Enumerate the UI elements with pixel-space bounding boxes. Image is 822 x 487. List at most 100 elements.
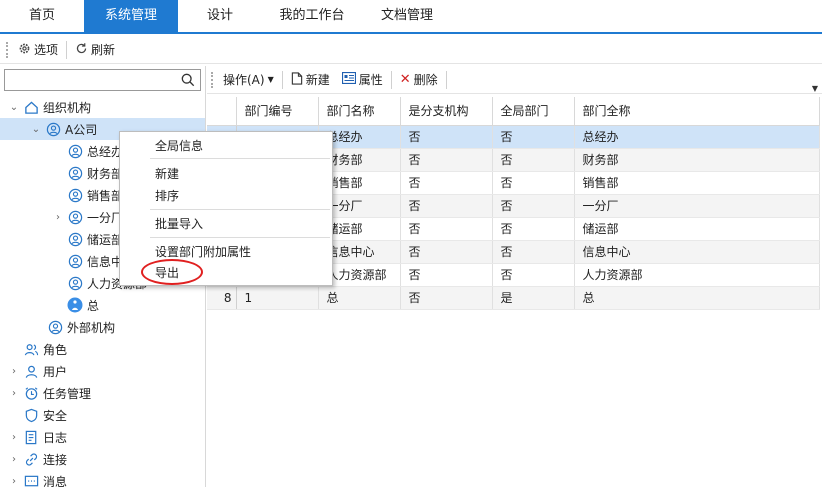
menu-tab-2[interactable]: 设计 [178,0,262,32]
tree-node-label: 一分厂 [87,210,124,225]
user-icon [22,362,40,380]
table-cell: 否 [492,125,575,149]
context-menu: 全局信息 新建 排序 批量导入 设置部门附加属性 导出 [119,131,333,286]
users-icon [22,340,40,358]
operate-label: 操作(A) [223,73,265,87]
menu-item-new[interactable]: 新建 [155,165,179,182]
tree-node-label: 总经办 [87,144,124,159]
toolbar-grip[interactable] [211,71,213,88]
table-cell: 否 [400,171,493,195]
new-button[interactable]: 新建 [285,69,336,91]
toolbar-separator [390,70,392,89]
tree-node-label: 安全 [43,408,68,423]
tree-node-label: 总 [87,298,100,313]
tree-node-security[interactable]: 安全 [0,404,205,426]
tree-node-label: 用户 [43,364,68,379]
operate-menu-button[interactable]: 操作(A) ▼ [217,69,280,91]
search-input[interactable] [5,70,175,90]
chevron-down-icon[interactable]: ⌄ [30,124,42,135]
toolbar-separator [281,70,283,89]
table-cell: 否 [492,171,575,195]
chevron-right-icon[interactable]: › [8,476,20,487]
menu-item-global-info[interactable]: 全局信息 [155,137,203,154]
column-header[interactable]: 部门全称 [574,97,820,126]
menu-item-sort[interactable]: 排序 [155,187,179,204]
person-circle-icon [66,186,84,204]
chevron-down-icon[interactable]: ⌄ [8,102,20,113]
delete-x-icon: ✕ [399,72,411,87]
table-cell: 否 [400,286,493,310]
table-cell: 否 [492,194,575,218]
menu-item-set-attributes[interactable]: 设置部门附加属性 [155,243,251,260]
tree-node-label: 储运部 [87,232,124,247]
chevron-right-icon[interactable]: › [8,388,20,399]
tree-node-roles[interactable]: 角色 [0,338,205,360]
table-cell: 否 [400,263,493,287]
table-cell: 1 [236,286,319,310]
tree-node-tasks[interactable]: › 任务管理 [0,382,205,404]
tree-node-external[interactable]: 外部机构 [0,316,205,338]
column-header[interactable]: 部门编号 [236,97,319,126]
column-header[interactable]: 是分支机构 [400,97,493,126]
tree-node-label: 销售部 [87,188,124,203]
menu-tab-0[interactable]: 首页 [0,0,84,32]
info-person-icon [66,296,84,314]
tree-node-label: 外部机构 [67,320,116,335]
chevron-right-icon[interactable]: › [8,366,20,377]
chevron-right-icon[interactable]: › [52,212,64,223]
table-cell: 否 [492,240,575,264]
properties-button[interactable]: 属性 [336,69,389,91]
menu-tab-4[interactable]: 文档管理 [362,0,452,32]
tree-node-logs[interactable]: › 日志 [0,426,205,448]
person-circle-icon [44,120,62,138]
table-cell: 财务部 [574,148,820,172]
table-cell: 否 [492,263,575,287]
tree-node-messages[interactable]: › 消息 [0,470,205,487]
menu-tab-3[interactable]: 我的工作台 [262,0,362,32]
tree-node-connections[interactable]: › 连接 [0,448,205,470]
delete-label: 删除 [413,73,438,87]
table-cell: 一分厂 [574,194,820,218]
caret-down-icon: ▼ [267,75,274,84]
options-button[interactable]: 选项 [12,39,64,61]
column-header[interactable]: 部门名称 [318,97,401,126]
link-icon [22,450,40,468]
refresh-label: 刷新 [91,43,116,57]
table-cell: 人力资源部 [574,263,820,287]
tree-node-org[interactable]: ⌄ 组织机构 [0,96,205,118]
menu-tab-1[interactable]: 系统管理 [84,0,178,32]
tree-node-label: A公司 [65,122,98,137]
table-cell: 总 [574,286,820,310]
table-cell: 销售部 [574,171,820,195]
home-icon [22,98,40,116]
delete-button[interactable]: ✕ 删除 [394,69,444,91]
main-toolbar: 选项 刷新 [0,36,822,64]
refresh-icon [75,42,88,58]
person-circle-icon [66,274,84,292]
message-icon [22,472,40,487]
table-row[interactable]: 81总否是总 [207,286,820,310]
tree-node-department[interactable]: 总 [0,294,205,316]
main-menu-bar: 首页 系统管理 设计 我的工作台 文档管理 [0,0,822,34]
table-cell: 总经办 [574,125,820,149]
tree-node-label: 消息 [43,474,68,487]
toolbar-overflow-icon[interactable]: ▼ [812,84,818,93]
search-icon[interactable] [181,73,195,90]
table-cell: 信息中心 [574,240,820,264]
refresh-button[interactable]: 刷新 [69,39,121,61]
menu-separator [150,209,330,210]
table-cell: 否 [492,148,575,172]
menu-separator [150,158,330,159]
tree-node-label: 组织机构 [43,100,92,115]
toolbar-grip[interactable] [6,41,8,58]
person-circle-icon [66,164,84,182]
tree-node-users[interactable]: › 用户 [0,360,205,382]
menu-item-batch-import[interactable]: 批量导入 [155,215,203,232]
table-cell: 否 [400,125,493,149]
gear-icon [18,42,31,58]
menu-item-export[interactable]: 导出 [155,264,179,281]
column-header[interactable]: 全局部门 [492,97,575,126]
table-cell: 否 [400,194,493,218]
chevron-right-icon[interactable]: › [8,432,20,443]
chevron-right-icon[interactable]: › [8,454,20,465]
